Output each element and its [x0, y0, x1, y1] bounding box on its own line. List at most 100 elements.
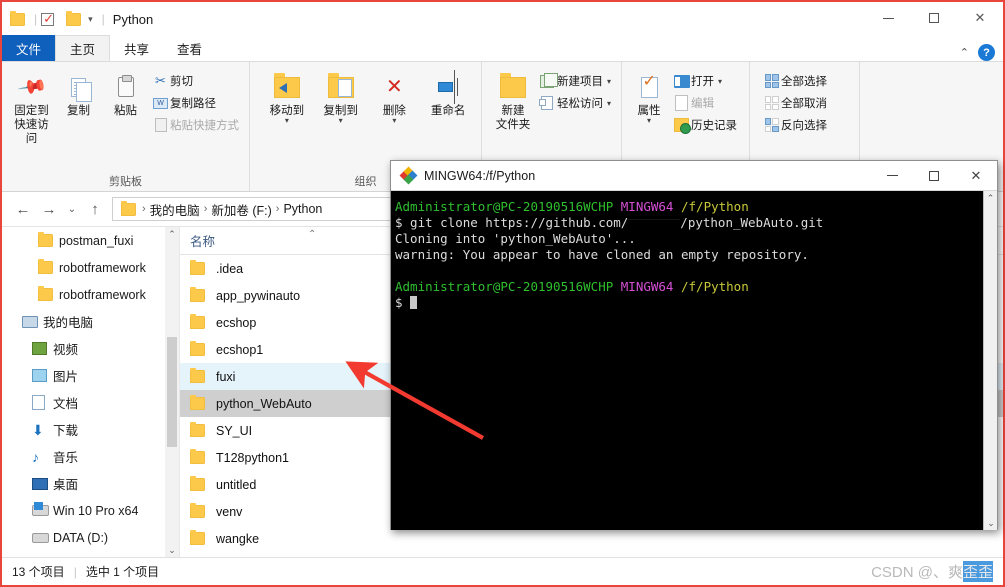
invert-selection-icon	[762, 118, 781, 132]
edit-button[interactable]: 编辑	[670, 92, 741, 114]
copy-to-button[interactable]: 复制到 ▾	[314, 67, 368, 127]
nav-item-label: 桌面	[53, 478, 79, 492]
edit-icon	[672, 95, 691, 111]
nav-item-videos[interactable]: 视频	[2, 335, 179, 362]
move-to-button[interactable]: 移动到 ▾	[260, 67, 314, 127]
minimize-button[interactable]	[865, 2, 911, 34]
breadcrumb-item-drive-f[interactable]: 新加卷 (F:)	[211, 200, 271, 219]
window-controls: ✕	[865, 2, 1003, 36]
nav-item-this-pc[interactable]: 我的电脑	[2, 308, 179, 335]
copy-path-button[interactable]: W 复制路径	[149, 92, 243, 114]
nav-item-drive-e[interactable]: 新加卷 (E:)	[2, 551, 179, 557]
table-row[interactable]: WebAuto	[180, 552, 1003, 557]
button-label: 编辑	[691, 98, 714, 110]
button-label-line1: 固定到	[14, 105, 49, 117]
nav-item-downloads[interactable]: ⬇ 下载	[2, 416, 179, 443]
new-folder-icon	[499, 70, 526, 104]
windows-drive-icon	[32, 502, 53, 516]
button-label: 复制	[67, 105, 90, 117]
nav-item-pictures[interactable]: 图片	[2, 362, 179, 389]
delete-button[interactable]: ✕ 删除 ▾	[368, 67, 422, 127]
back-button[interactable]: ←	[10, 196, 36, 222]
nav-item-drive-d[interactable]: DATA (D:)	[2, 524, 179, 551]
scroll-up-icon[interactable]: ⌃	[984, 191, 997, 205]
scrollbar-thumb[interactable]	[167, 337, 177, 447]
scroll-down-icon[interactable]: ⌄	[165, 543, 179, 557]
easy-access-button[interactable]: 轻松访问 ▾	[536, 92, 615, 114]
nav-item-robotframework-2[interactable]: robotframework	[2, 281, 179, 308]
scroll-up-icon[interactable]: ⌃	[165, 227, 179, 241]
maximize-button[interactable]	[911, 2, 957, 34]
chevron-down-icon[interactable]: ▾	[285, 117, 289, 125]
chevron-down-icon[interactable]: ▾	[88, 14, 93, 25]
nav-item-desktop[interactable]: 桌面	[2, 470, 179, 497]
breadcrumb-item-this-pc[interactable]: 我的电脑	[150, 200, 200, 219]
properties-button[interactable]: 属性 ▾	[628, 67, 670, 127]
git-bash-icon	[399, 166, 418, 185]
folder-icon	[190, 395, 216, 410]
terminal-scrollbar[interactable]: ⌃ ⌄	[983, 191, 997, 530]
navpane-scrollbar[interactable]: ⌃ ⌄	[165, 227, 179, 557]
folder-icon[interactable]	[10, 10, 25, 26]
tab-home[interactable]: 主页	[55, 35, 111, 61]
recent-locations-button[interactable]: ⌄	[62, 196, 82, 222]
file-name: fuxi	[216, 369, 236, 384]
folder-icon	[190, 503, 216, 518]
collapse-ribbon-icon[interactable]: ⌃	[960, 46, 969, 59]
nav-item-robotframework-1[interactable]: robotframework	[2, 254, 179, 281]
rename-button[interactable]: 重命名	[421, 67, 475, 121]
nav-item-label: postman_fuxi	[59, 233, 134, 248]
breadcrumb-separator: ›	[275, 203, 280, 215]
desktop-icon	[32, 477, 53, 490]
cut-button[interactable]: ✂ 剪切	[149, 70, 243, 92]
history-button[interactable]: 历史记录	[670, 114, 741, 136]
close-button[interactable]: ✕	[957, 2, 1003, 34]
nav-item-music[interactable]: ♪ 音乐	[2, 443, 179, 470]
new-item-button[interactable]: 新建项目 ▾	[536, 70, 615, 92]
open-icon	[672, 74, 691, 88]
select-none-button[interactable]: 全部取消	[760, 92, 831, 114]
open-button[interactable]: 打开 ▾	[670, 70, 741, 92]
terminal-close-button[interactable]: ✕	[955, 161, 997, 190]
music-icon: ♪	[32, 448, 39, 465]
separator: |	[101, 12, 105, 26]
chevron-down-icon[interactable]: ▾	[647, 117, 651, 125]
paste-button[interactable]: 粘贴	[102, 67, 149, 121]
select-commands: 全部选择 全部取消 反向选择	[760, 67, 831, 136]
invert-selection-button[interactable]: 反向选择	[760, 114, 831, 136]
folder-icon[interactable]	[66, 10, 82, 26]
up-button[interactable]: ↑	[82, 196, 108, 222]
button-label: 新建项目	[556, 76, 603, 88]
nav-item-postman-fuxi[interactable]: postman_fuxi	[2, 227, 179, 254]
file-name: T128python1	[216, 450, 289, 465]
chevron-down-icon[interactable]: ▾	[607, 77, 611, 86]
new-folder-button[interactable]: 新建 文件夹	[490, 67, 536, 135]
terminal-output[interactable]: Administrator@PC-20190516WCHP MINGW64 /f…	[391, 191, 997, 530]
help-icon[interactable]: ?	[978, 44, 995, 61]
selection-count-label: 选中 1 个项目	[85, 565, 160, 579]
downloads-icon: ⬇	[32, 421, 44, 438]
terminal-maximize-button[interactable]	[913, 161, 955, 190]
window-title: Python	[112, 11, 154, 27]
select-all-button[interactable]: 全部选择	[760, 70, 831, 92]
tab-file[interactable]: 文件	[2, 35, 56, 61]
forward-button[interactable]: →	[36, 196, 62, 222]
copy-button[interactable]: 复制	[55, 67, 102, 121]
pin-to-quick-access-button[interactable]: 📌 固定到 快速访问	[8, 67, 55, 149]
scroll-down-icon[interactable]: ⌄	[984, 516, 997, 530]
breadcrumb-item-python[interactable]: Python	[283, 202, 322, 216]
chevron-down-icon[interactable]: ▾	[392, 117, 396, 125]
chevron-down-icon[interactable]: ▾	[718, 77, 722, 86]
tab-view[interactable]: 查看	[163, 35, 216, 61]
nav-item-documents[interactable]: 文档	[2, 389, 179, 416]
chevron-down-icon[interactable]: ▾	[607, 99, 611, 108]
nav-item-win10-drive[interactable]: Win 10 Pro x64	[2, 497, 179, 524]
checkbox-icon[interactable]	[41, 11, 55, 27]
delete-icon: ✕	[385, 76, 403, 98]
tab-share[interactable]: 共享	[110, 35, 163, 61]
terminal-minimize-button[interactable]	[871, 161, 913, 190]
file-name: .idea	[216, 261, 244, 276]
paste-shortcut-button[interactable]: 粘贴快捷方式	[149, 114, 243, 136]
terminal-input-line[interactable]: $	[395, 295, 997, 311]
chevron-down-icon[interactable]: ▾	[339, 117, 343, 125]
